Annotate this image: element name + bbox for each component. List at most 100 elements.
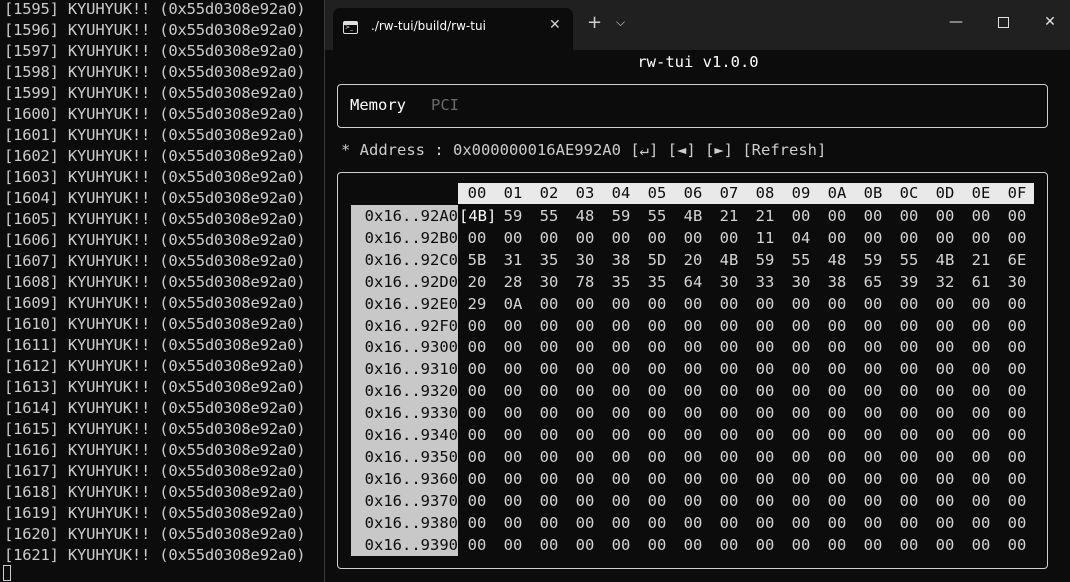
hex-cell[interactable]: 00: [639, 293, 675, 315]
hex-cell[interactable]: 00: [963, 468, 999, 490]
hex-cell[interactable]: 00: [999, 446, 1035, 468]
hex-cell[interactable]: 55: [639, 205, 675, 227]
hex-cell[interactable]: 00: [963, 315, 999, 337]
hex-cell[interactable]: 38: [603, 249, 639, 271]
hex-cell[interactable]: 00: [783, 336, 819, 358]
hex-cell[interactable]: 00: [927, 512, 963, 534]
hex-cell[interactable]: 00: [819, 358, 855, 380]
hex-cell[interactable]: 00: [963, 227, 999, 249]
hex-cell[interactable]: 00: [963, 380, 999, 402]
hex-cell[interactable]: 00: [567, 402, 603, 424]
hex-cell[interactable]: 00: [603, 424, 639, 446]
hex-cell[interactable]: 00: [855, 293, 891, 315]
hex-cell[interactable]: 00: [855, 468, 891, 490]
hex-cell[interactable]: 00: [639, 402, 675, 424]
refresh-button[interactable]: [Refresh]: [742, 141, 826, 159]
next-page-button[interactable]: [►]: [705, 141, 733, 159]
hex-cell[interactable]: 00: [819, 446, 855, 468]
hex-cell[interactable]: 00: [675, 336, 711, 358]
hex-cell[interactable]: 00: [963, 293, 999, 315]
hex-cell[interactable]: 00: [783, 402, 819, 424]
hex-cell[interactable]: 00: [927, 468, 963, 490]
hex-cell[interactable]: 00: [855, 534, 891, 556]
hex-cell[interactable]: 00: [567, 424, 603, 446]
hex-cell[interactable]: 00: [531, 336, 567, 358]
hex-cell[interactable]: 00: [567, 446, 603, 468]
hex-cell[interactable]: 00: [747, 358, 783, 380]
hex-cell[interactable]: 00: [567, 227, 603, 249]
hex-cell[interactable]: 00: [747, 402, 783, 424]
hex-cell[interactable]: 00: [927, 446, 963, 468]
hex-cell[interactable]: 04: [783, 227, 819, 249]
hex-cell[interactable]: 00: [567, 534, 603, 556]
hex-cell[interactable]: 00: [963, 534, 999, 556]
hex-cell[interactable]: 00: [819, 205, 855, 227]
hex-cell[interactable]: 00: [819, 512, 855, 534]
hex-cell[interactable]: 59: [747, 249, 783, 271]
hex-cell[interactable]: 00: [891, 490, 927, 512]
hex-cell[interactable]: 00: [927, 534, 963, 556]
hex-cell[interactable]: 00: [891, 380, 927, 402]
hex-cell[interactable]: 00: [783, 534, 819, 556]
hex-cell[interactable]: 00: [603, 490, 639, 512]
hex-cell[interactable]: 5B: [459, 249, 495, 271]
hex-cell[interactable]: 00: [783, 315, 819, 337]
hex-cell[interactable]: 00: [891, 315, 927, 337]
hex-cell[interactable]: 00: [819, 402, 855, 424]
hex-cell[interactable]: 00: [999, 227, 1035, 249]
hex-cell[interactable]: 00: [495, 227, 531, 249]
hex-cell[interactable]: 48: [819, 249, 855, 271]
hex-cell[interactable]: 00: [963, 424, 999, 446]
hex-cell[interactable]: 00: [531, 315, 567, 337]
hex-cell[interactable]: 00: [855, 380, 891, 402]
hex-cell[interactable]: 00: [819, 534, 855, 556]
hex-cell[interactable]: 35: [531, 249, 567, 271]
hex-cell[interactable]: 00: [639, 512, 675, 534]
hex-cell[interactable]: 00: [675, 227, 711, 249]
hex-cell[interactable]: 00: [675, 315, 711, 337]
hex-cell[interactable]: 00: [891, 402, 927, 424]
hex-cell[interactable]: 00: [999, 336, 1035, 358]
hex-cell[interactable]: 00: [495, 490, 531, 512]
hex-cell[interactable]: 00: [927, 358, 963, 380]
hex-cell[interactable]: 00: [495, 336, 531, 358]
hex-cell[interactable]: 00: [459, 468, 495, 490]
hex-cell[interactable]: 59: [603, 205, 639, 227]
hex-cell[interactable]: 00: [459, 490, 495, 512]
hex-cell[interactable]: 55: [531, 205, 567, 227]
hex-cell[interactable]: 00: [603, 512, 639, 534]
hex-cell[interactable]: 00: [495, 358, 531, 380]
hex-cell[interactable]: 61: [963, 271, 999, 293]
hex-cell[interactable]: 00: [891, 512, 927, 534]
hex-cell[interactable]: 00: [999, 358, 1035, 380]
hex-cell[interactable]: 21: [711, 205, 747, 227]
address-input[interactable]: 0x000000016AE992A0: [453, 141, 621, 159]
hex-cell[interactable]: 00: [999, 205, 1035, 227]
hex-cell[interactable]: 00: [927, 315, 963, 337]
hex-cell[interactable]: 00: [963, 205, 999, 227]
hex-cell[interactable]: 00: [675, 380, 711, 402]
hex-cell[interactable]: 30: [711, 271, 747, 293]
hex-cell[interactable]: 00: [891, 358, 927, 380]
hex-cell[interactable]: 38: [819, 271, 855, 293]
enter-button[interactable]: [↵]: [630, 141, 658, 159]
hex-cell[interactable]: 4B: [927, 249, 963, 271]
hex-cell[interactable]: 00: [891, 534, 927, 556]
hex-cell[interactable]: 00: [603, 293, 639, 315]
hex-cell[interactable]: 32: [927, 271, 963, 293]
hex-cell[interactable]: 00: [711, 424, 747, 446]
hex-cell[interactable]: 00: [747, 534, 783, 556]
hex-cell[interactable]: 00: [747, 512, 783, 534]
minimize-button[interactable]: —: [933, 8, 979, 36]
hex-cell[interactable]: 00: [819, 227, 855, 249]
hex-cell[interactable]: 00: [999, 534, 1035, 556]
hex-cell[interactable]: 00: [711, 446, 747, 468]
hex-cell[interactable]: 00: [999, 293, 1035, 315]
hex-cell[interactable]: 00: [855, 424, 891, 446]
hex-cell[interactable]: 31: [495, 249, 531, 271]
hex-cell[interactable]: 00: [459, 512, 495, 534]
hex-cell[interactable]: 00: [459, 315, 495, 337]
hex-cell[interactable]: 00: [747, 315, 783, 337]
hex-cell[interactable]: 00: [675, 446, 711, 468]
hex-cell[interactable]: 00: [999, 490, 1035, 512]
